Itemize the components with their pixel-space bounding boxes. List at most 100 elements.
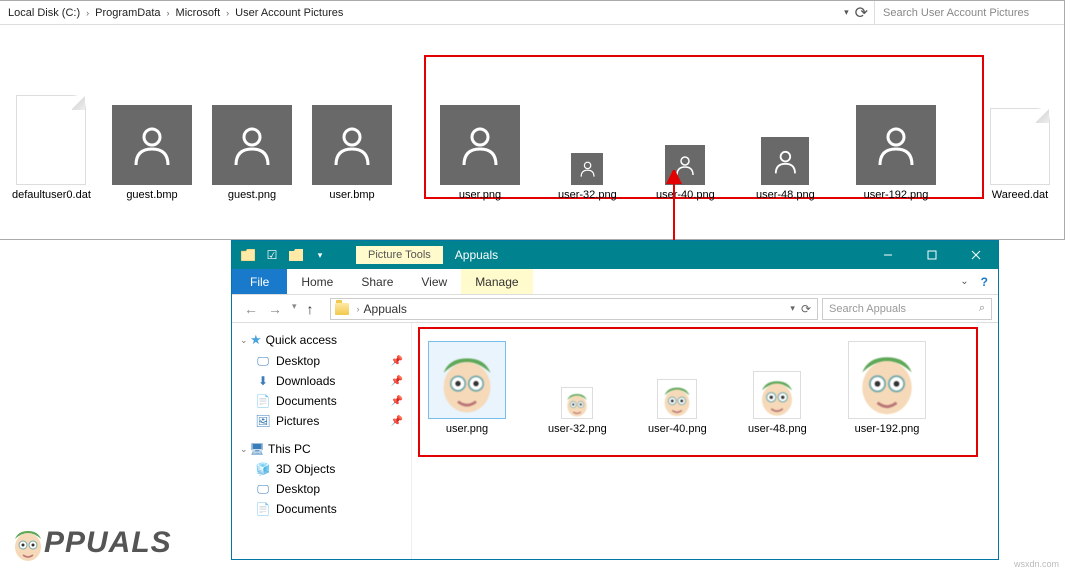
breadcrumb-item[interactable]: Appuals	[364, 302, 407, 316]
file-label: user.png	[446, 423, 488, 435]
file-item[interactable]: Wareed.dat	[990, 108, 1050, 201]
manage-tab[interactable]: Manage	[461, 269, 532, 294]
file-item[interactable]: user-192.png	[856, 105, 936, 201]
pin-icon: 📌	[391, 416, 403, 427]
sidebar-item[interactable]: 📄 Documents 📌	[232, 391, 411, 411]
folder-icon: 🖵	[256, 354, 270, 368]
sidebar-item[interactable]: 🖼 Pictures 📌	[232, 411, 411, 431]
logo-text: PPUALS	[44, 526, 172, 560]
appuals-logo: PPUALS	[8, 523, 172, 563]
user-icon	[761, 137, 809, 185]
expand-ribbon-icon[interactable]: ⌄	[960, 276, 968, 287]
search-input[interactable]: Search Appuals ⌕	[822, 298, 992, 320]
file-icon	[990, 108, 1050, 185]
refresh-icon[interactable]: ⟳	[855, 3, 868, 23]
folder-icon: 📄	[256, 394, 270, 408]
sidebar-item[interactable]: 🧊3D Objects	[232, 459, 411, 479]
file-item[interactable]: user-48.png	[748, 335, 807, 435]
folder-icon: 🖼	[256, 414, 270, 428]
breadcrumb[interactable]: Local Disk (C:)›ProgramData›Microsoft›Us…	[0, 7, 838, 19]
sidebar-this-pc[interactable]: ⌄ 🖥 This PC	[232, 439, 411, 459]
sidebar-item-label: Pictures	[276, 414, 319, 428]
folder-icon: 📄	[256, 502, 270, 516]
sidebar-item[interactable]: 🖵Desktop	[232, 479, 411, 499]
watermark: wsxdn.com	[1014, 559, 1059, 569]
qat-dropdown-icon[interactable]: ▾	[310, 245, 330, 265]
back-button[interactable]: ←	[242, 301, 260, 317]
close-button[interactable]	[954, 241, 998, 269]
sidebar-item-label: Desktop	[276, 482, 320, 496]
picture-tools-tab[interactable]: Picture Tools	[356, 246, 443, 264]
explorer-window-bottom: ☑ ▾ Picture Tools Appuals File HomeShare…	[231, 240, 999, 560]
ribbon-tab[interactable]: View	[407, 269, 461, 294]
dropdown-icon[interactable]: ▾	[790, 303, 795, 314]
file-item[interactable]: user-48.png	[756, 137, 815, 201]
ribbon-tab[interactable]: Share	[347, 269, 407, 294]
dropdown-icon[interactable]: ▾	[844, 7, 849, 18]
sidebar-item-label: Documents	[276, 502, 337, 516]
file-item[interactable]: user-40.png	[656, 145, 715, 201]
folder-icon	[335, 303, 349, 315]
help-icon[interactable]: ?	[981, 275, 988, 289]
breadcrumb[interactable]: › Appuals ▾ ⟳	[330, 298, 818, 320]
refresh-icon[interactable]: ⟳	[801, 302, 811, 316]
file-tab[interactable]: File	[232, 269, 287, 294]
chevron-right-icon: ›	[222, 8, 233, 18]
breadcrumb-item[interactable]: Local Disk (C:)	[6, 7, 82, 19]
file-label: user-192.png	[855, 423, 920, 435]
search-input[interactable]: Search User Account Pictures	[874, 1, 1064, 24]
file-item[interactable]: user.png	[428, 335, 506, 435]
breadcrumb-item[interactable]: Microsoft	[174, 7, 223, 19]
file-item[interactable]: user-32.png	[558, 153, 617, 201]
pin-icon: 📌	[391, 396, 403, 407]
sidebar-item-label: 3D Objects	[276, 462, 335, 476]
file-label: user.png	[459, 189, 501, 201]
logo-face-icon	[8, 523, 48, 563]
sidebar: ⌄ ★ Quick access 🖵Desktop📌⬇Downloads📌📄Do…	[232, 323, 412, 559]
image-thumbnail	[428, 341, 506, 419]
sidebar-item-label: Downloads	[276, 374, 335, 388]
sidebar-item[interactable]: ⬇Downloads📌	[232, 371, 411, 391]
address-bar: Local Disk (C:)›ProgramData›Microsoft›Us…	[0, 1, 1064, 25]
sidebar-quick-access[interactable]: ⌄ ★ Quick access	[232, 329, 411, 351]
file-label: user-40.png	[656, 189, 715, 201]
chevron-right-icon: ›	[353, 304, 364, 314]
file-item[interactable]: defaultuser0.dat	[12, 95, 91, 201]
star-icon: ★	[250, 332, 262, 348]
file-item[interactable]: user-40.png	[648, 335, 707, 435]
ribbon-right: ⌄ ?	[950, 269, 998, 294]
file-label: guest.png	[228, 189, 276, 201]
sidebar-label: This PC	[268, 442, 311, 456]
file-item[interactable]: user-192.png	[848, 335, 926, 435]
address-buttons: ▾ ⟳	[838, 3, 874, 23]
explorer-window-top: Local Disk (C:)›ProgramData›Microsoft›Us…	[0, 0, 1065, 240]
up-button[interactable]: ↑	[305, 301, 316, 317]
sidebar-label: Quick access	[266, 333, 337, 347]
file-item[interactable]: user-32.png	[548, 335, 607, 435]
new-folder-icon[interactable]	[286, 245, 306, 265]
user-icon	[665, 145, 705, 185]
sidebar-item-label: Documents	[276, 394, 337, 408]
maximize-button[interactable]	[910, 241, 954, 269]
chevron-down-icon: ⌄	[240, 335, 250, 346]
recent-dropdown-icon[interactable]: ▾	[290, 301, 299, 317]
user-icon	[112, 105, 192, 185]
ribbon-tab[interactable]: Home	[287, 269, 347, 294]
file-item[interactable]: guest.bmp	[112, 105, 192, 201]
properties-icon[interactable]: ☑	[262, 245, 282, 265]
minimize-button[interactable]	[866, 241, 910, 269]
file-label: user-48.png	[748, 423, 807, 435]
breadcrumb-item[interactable]: ProgramData	[93, 7, 162, 19]
image-thumbnail	[561, 387, 593, 419]
file-item[interactable]: user.png	[440, 105, 520, 201]
pin-icon: 📌	[391, 376, 403, 387]
file-item[interactable]: user.bmp	[312, 105, 392, 201]
forward-button[interactable]: →	[266, 301, 284, 317]
sidebar-item[interactable]: 🖵Desktop📌	[232, 351, 411, 371]
nav-buttons: ← → ▾ ↑	[232, 301, 326, 317]
sidebar-item[interactable]: 📄 Documents	[232, 499, 411, 519]
file-item[interactable]: guest.png	[212, 105, 292, 201]
breadcrumb-item[interactable]: User Account Pictures	[233, 7, 345, 19]
folder-icon[interactable]	[238, 245, 258, 265]
image-thumbnail	[848, 341, 926, 419]
